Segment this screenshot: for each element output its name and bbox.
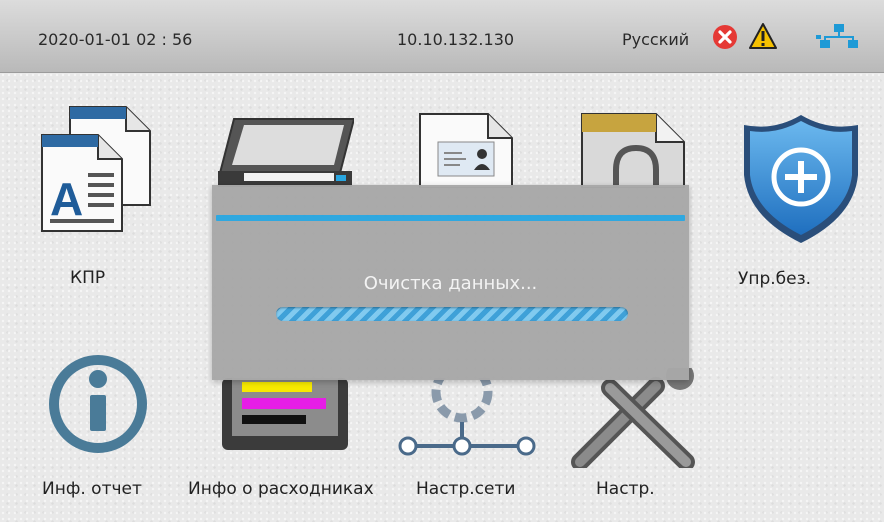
tile-settings-label: Настр.	[596, 479, 655, 499]
tile-info-report[interactable]: Инф. отчет	[30, 355, 170, 505]
dialog-accent-bar	[216, 215, 685, 221]
id-card-copy-icon	[419, 113, 513, 188]
svg-text:A: A	[50, 173, 83, 225]
tile-copy[interactable]: A КПР	[30, 105, 160, 290]
tile-security[interactable]: Упр.без.	[736, 113, 864, 293]
network-settings-icon	[398, 378, 536, 456]
tile-copy-label: КПР	[70, 268, 106, 288]
dialog-message: Очистка данных...	[363, 273, 538, 294]
tile-consumables[interactable]: Инфо о расходниках	[186, 378, 386, 505]
status-bar: 2020-01-01 02 : 56 10.10.132.130 Русский	[0, 0, 884, 73]
network-icon[interactable]	[816, 22, 862, 54]
tile-scan[interactable]	[214, 115, 354, 195]
tile-network-settings[interactable]: Настр.сети	[398, 378, 548, 505]
progress-bar	[276, 307, 628, 321]
tile-secure-print[interactable]	[580, 112, 686, 188]
tile-id-copy[interactable]	[418, 112, 514, 188]
tile-security-label: Упр.без.	[738, 269, 812, 289]
tile-network-settings-label: Настр.сети	[416, 479, 516, 499]
language-selector[interactable]: Русский	[622, 30, 689, 49]
info-icon	[49, 355, 147, 453]
tools-icon	[571, 368, 695, 468]
datetime: 2020-01-01 02 : 56	[38, 30, 193, 49]
progress-dialog: Очистка данных...	[212, 185, 689, 380]
secure-print-icon	[581, 113, 685, 188]
tile-info-report-label: Инф. отчет	[42, 479, 142, 499]
security-shield-icon	[744, 115, 858, 243]
warning-icon[interactable]	[748, 22, 778, 54]
toner-icon	[222, 378, 348, 450]
tile-settings[interactable]: Настр.	[560, 368, 710, 505]
ip-address: 10.10.132.130	[397, 30, 515, 49]
error-icon[interactable]	[712, 24, 738, 54]
scanner-icon	[218, 118, 354, 187]
tile-consumables-label: Инфо о расходниках	[188, 479, 374, 499]
copy-document-icon: A	[41, 106, 151, 232]
